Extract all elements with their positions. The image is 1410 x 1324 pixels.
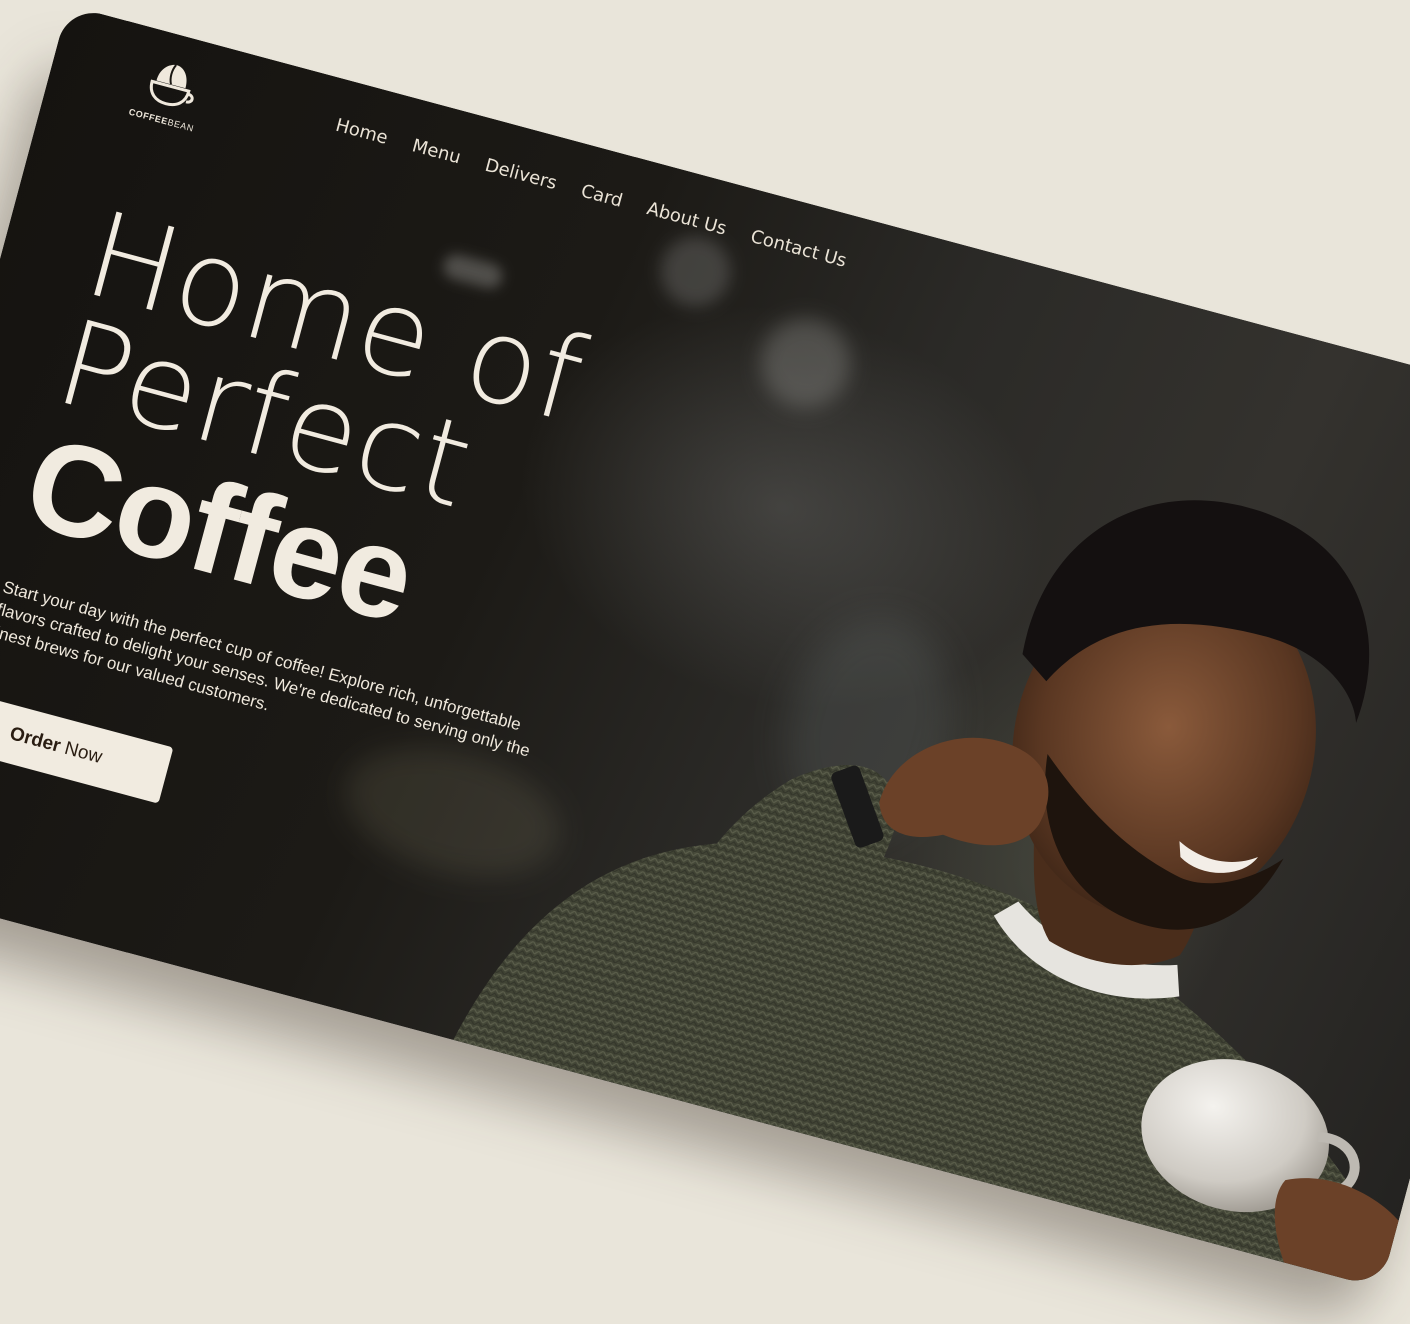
order-now-label-rest: Now xyxy=(62,737,105,769)
order-now-label-bold: Order xyxy=(7,723,63,757)
landing-page-mockup: COFFEEBEAN Home Menu Delivers Card About… xyxy=(0,5,1410,1289)
